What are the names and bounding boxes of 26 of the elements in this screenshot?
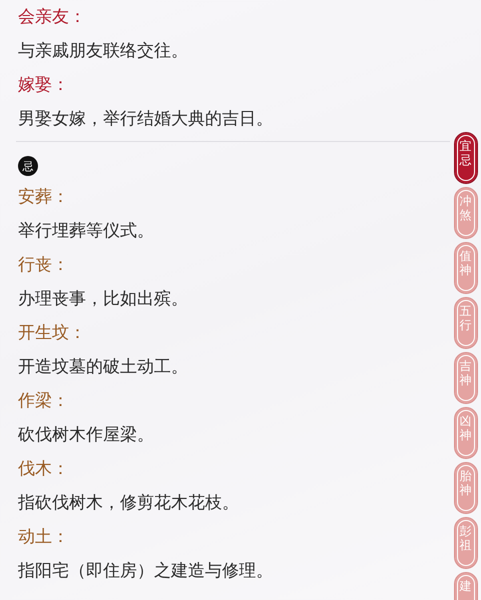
term-description: 男娶女嫁，举行结婚大典的吉日。 — [17, 108, 274, 131]
term-description: 指阳宅（即住房）之建造与修理。 — [17, 560, 274, 583]
term-description: 办理丧事，比如出殡。 — [17, 288, 189, 311]
term-description: 开造坟墓的破土动工。 — [17, 356, 189, 379]
side-tab[interactable]: 冲煞 — [454, 187, 478, 239]
side-tab[interactable]: 五行 — [454, 297, 478, 349]
term-label: 安葬： — [17, 186, 70, 209]
term-description: 与亲戚朋友联络交往。 — [17, 40, 189, 63]
term-label: 伐木： — [17, 458, 70, 481]
term-description: 砍伐树木作屋梁。 — [17, 424, 155, 447]
side-tab[interactable]: 吉神 — [454, 352, 478, 404]
term-label: 开生坟： — [17, 322, 87, 345]
side-tab[interactable]: 宜忌 — [454, 132, 478, 184]
avoid-badge: 忌 — [18, 156, 38, 176]
term-label: 会亲友： — [17, 6, 87, 29]
term-label: 作梁： — [17, 390, 70, 413]
side-tab[interactable]: 彭祖 — [454, 517, 478, 569]
side-tab[interactable]: 胎神 — [454, 462, 478, 514]
side-tab[interactable]: 值神 — [454, 242, 478, 294]
term-description: 指砍伐树木，修剪花木花枝。 — [17, 492, 240, 515]
term-label: 行丧： — [17, 254, 70, 277]
side-tab[interactable]: 凶神 — [454, 407, 478, 459]
term-label: 嫁娶： — [17, 74, 70, 97]
term-label: 动土： — [17, 526, 70, 549]
side-tab[interactable]: 建 — [454, 572, 478, 600]
term-description: 举行埋葬等仪式。 — [17, 220, 155, 243]
